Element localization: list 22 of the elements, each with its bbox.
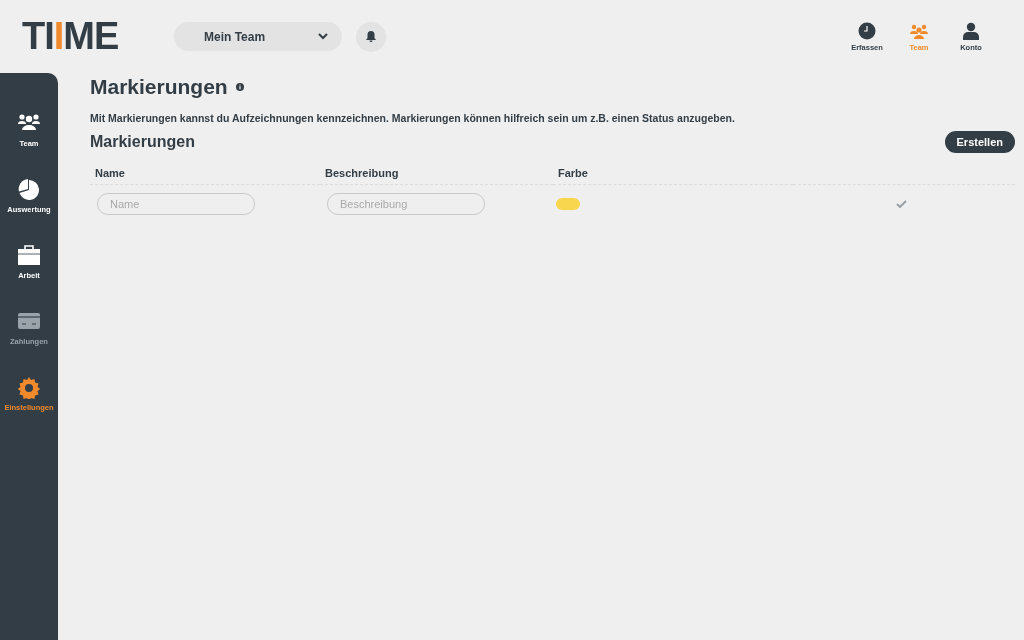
section-title: Markierungen [90, 133, 195, 151]
column-header: Farbe [553, 167, 793, 185]
name-field[interactable]: Name [97, 193, 255, 215]
description-text: Mit Markierungen kannst du Aufzeichnungen kennzeichnen. Markierungen können hilfreich sein um z.B. einen Status anzugeben. [90, 112, 736, 124]
pie-chart-icon [18, 179, 40, 201]
user-icon [962, 21, 980, 40]
settings-icon [18, 377, 40, 399]
check-icon[interactable] [896, 200, 907, 208]
clock-icon [858, 21, 876, 40]
bell-icon [366, 31, 376, 42]
color-swatch[interactable] [556, 198, 580, 210]
column-header: Beschreibung [320, 167, 553, 185]
team-select[interactable]: Mein Team [174, 22, 342, 51]
briefcase-icon [18, 245, 40, 267]
notification-button[interactable] [356, 21, 386, 52]
create-button[interactable]: Erstellen [944, 131, 1015, 153]
chevron-icon [318, 33, 328, 40]
column-header: Name [90, 167, 320, 185]
description-field[interactable]: Beschreibung [327, 193, 485, 215]
info-icon[interactable] [235, 83, 244, 91]
page-title: Markierungen [90, 75, 228, 99]
logo: TIIME [22, 15, 120, 58]
